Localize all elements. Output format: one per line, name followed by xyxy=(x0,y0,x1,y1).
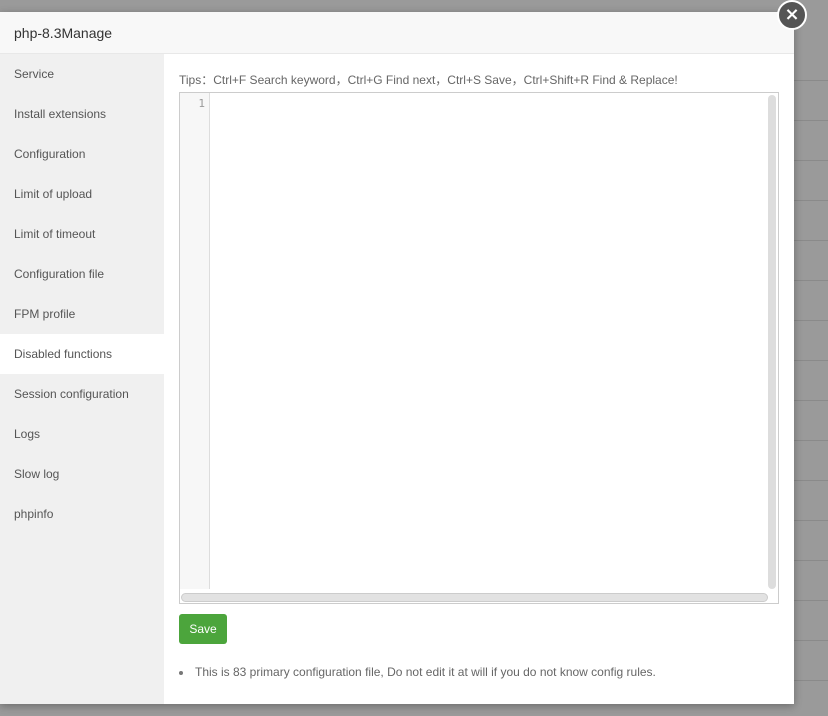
main-panel: Tips：Ctrl+F Search keyword，Ctrl+G Find n… xyxy=(164,54,794,704)
sidebar-item-fpm-profile[interactable]: FPM profile xyxy=(0,294,164,334)
close-icon[interactable]: × xyxy=(777,0,807,30)
sidebar-item-service[interactable]: Service xyxy=(0,54,164,94)
line-number: 1 xyxy=(198,97,205,110)
sidebar-item-slow-log[interactable]: Slow log xyxy=(0,454,164,494)
sidebar: Service Install extensions Configuration… xyxy=(0,54,164,704)
config-note: This is 83 primary configuration file, D… xyxy=(179,665,656,679)
sidebar-item-limit-upload[interactable]: Limit of upload xyxy=(0,174,164,214)
save-button[interactable]: Save xyxy=(179,614,227,644)
config-note-text: This is 83 primary configuration file, D… xyxy=(195,665,656,679)
sidebar-item-disabled-functions[interactable]: Disabled functions xyxy=(0,334,164,374)
code-editor[interactable]: 1 xyxy=(179,92,779,604)
vertical-scrollbar[interactable] xyxy=(768,95,776,589)
sidebar-item-limit-timeout[interactable]: Limit of timeout xyxy=(0,214,164,254)
sidebar-item-install-extensions[interactable]: Install extensions xyxy=(0,94,164,134)
bullet-icon xyxy=(179,670,183,675)
sidebar-item-session-configuration[interactable]: Session configuration xyxy=(0,374,164,414)
horizontal-scrollbar[interactable] xyxy=(181,593,768,602)
php-manage-dialog: php-8.3Manage Service Install extensions… xyxy=(0,12,794,704)
sidebar-item-logs[interactable]: Logs xyxy=(0,414,164,454)
tips-text: Tips：Ctrl+F Search keyword，Ctrl+G Find n… xyxy=(179,73,678,87)
sidebar-item-configuration[interactable]: Configuration xyxy=(0,134,164,174)
dialog-title: php-8.3Manage xyxy=(0,12,794,54)
line-number-gutter: 1 xyxy=(180,93,210,589)
sidebar-item-phpinfo[interactable]: phpinfo xyxy=(0,494,164,534)
sidebar-item-configuration-file[interactable]: Configuration file xyxy=(0,254,164,294)
